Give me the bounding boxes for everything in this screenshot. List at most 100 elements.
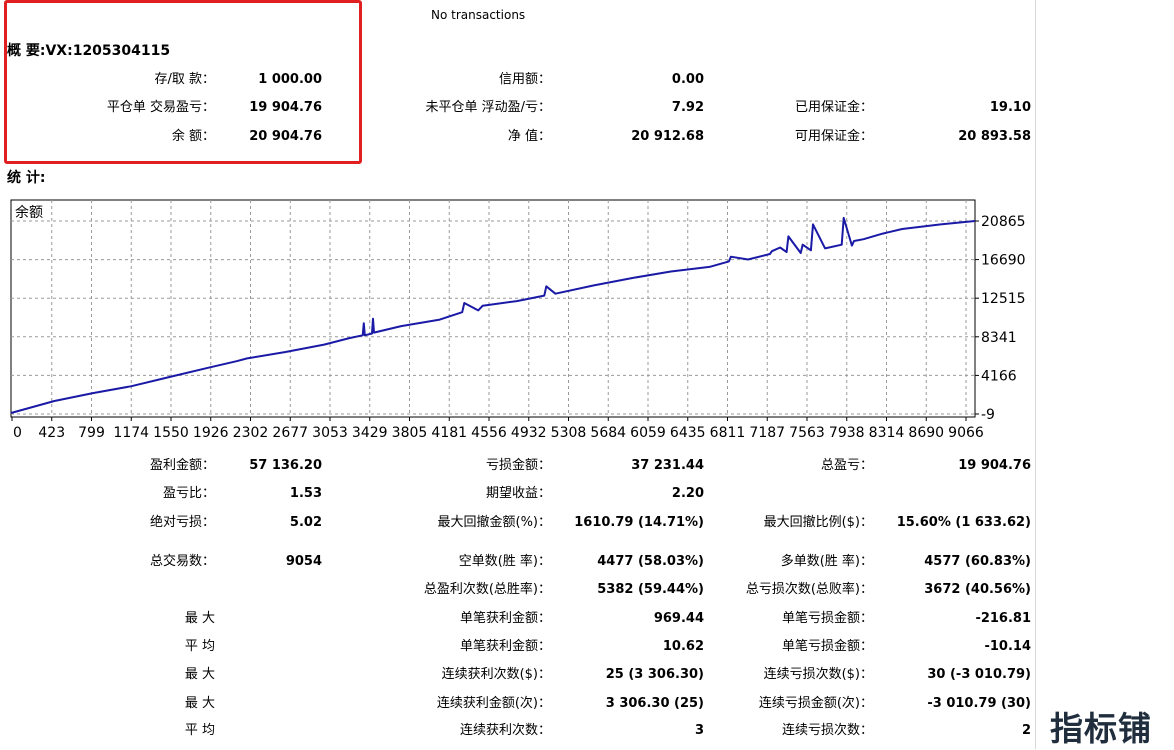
plot-area (10, 199, 976, 418)
stat-label: 期望收益： (485, 486, 551, 501)
stat-value: 57 136.20 (249, 458, 322, 473)
balance-chart-svg: 20865 16690 12515 8341 4166 -9 0 423 799 1174 1550… (10, 199, 1026, 441)
stat-value: 969.44 (653, 611, 704, 626)
stat-label: 余 额： (171, 129, 215, 144)
stat-label: 绝对亏损： (149, 515, 215, 530)
stat-value: 9054 (285, 554, 322, 569)
stat-value: 20 904.76 (249, 129, 322, 144)
stat-value: 10.62 (662, 639, 704, 654)
y-tick-label: 8341 (981, 330, 1017, 346)
stat-label: 盈利金额： (149, 458, 215, 473)
stat-label: 最 大 (184, 667, 215, 682)
stat-value: -216.81 (975, 611, 1031, 626)
stat-label: 单笔亏损金额： (781, 639, 873, 654)
stat-label: 未平仓单 浮动盈/亏： (425, 100, 551, 115)
stat-value: 7.92 (671, 100, 704, 115)
stat-label: 单笔亏损金额： (781, 611, 873, 626)
y-tick-label: 4166 (981, 368, 1017, 384)
x-tick-label: 1926 (193, 425, 229, 441)
stat-label: 平 均 (184, 723, 215, 738)
x-tick-label: 1174 (113, 425, 149, 441)
stat-label: 连续亏损金额(次)： (758, 696, 873, 711)
balance-chart: 20865 16690 12515 8341 4166 -9 0 423 799 1174 1550… (8, 196, 1032, 446)
stat-value: 1.53 (289, 486, 322, 501)
chart-title: 余额 (15, 204, 43, 221)
stat-label: 平仓单 交易盈亏： (106, 100, 215, 115)
x-tick-label: 4181 (431, 425, 467, 441)
x-tick-label: 5308 (551, 425, 587, 441)
stat-label: 最 大 (184, 696, 215, 711)
x-tick-label: 3805 (392, 425, 428, 441)
stat-label: 连续亏损次数： (781, 723, 873, 738)
stat-label: 连续亏损次数($)： (763, 667, 873, 682)
stat-value: 4577 (60.83%) (924, 554, 1031, 569)
stat-value: 19.10 (989, 100, 1031, 115)
stat-value: 15.60% (1 633.62) (896, 515, 1031, 530)
x-tick-label: 6811 (710, 425, 746, 441)
stat-value: 0.00 (671, 72, 704, 87)
stat-value: -3 010.79 (30) (927, 696, 1031, 711)
stat-value: 20 912.68 (631, 129, 704, 144)
stat-label: 亏损金额： (485, 458, 551, 473)
stat-value: 1610.79 (14.71%) (574, 515, 704, 530)
stat-value: 20 893.58 (958, 129, 1031, 144)
stat-value: -10.14 (984, 639, 1031, 654)
x-tick-label: 8314 (869, 425, 905, 441)
stat-label: 平 均 (184, 639, 215, 654)
right-divider (1035, 0, 1036, 749)
stat-value: 2.20 (671, 486, 704, 501)
stat-value: 2 (1021, 723, 1031, 738)
stat-value: 3672 (40.56%) (924, 582, 1031, 597)
x-tick-label: 7938 (829, 425, 865, 441)
x-tick-label: 3429 (352, 425, 388, 441)
stat-value: 19 904.76 (958, 458, 1031, 473)
stat-value: 25 (3 306.30) (605, 667, 704, 682)
stat-value: 37 231.44 (631, 458, 704, 473)
x-tick-label: 0 (13, 425, 22, 441)
y-tick-label: -9 (981, 407, 995, 423)
summary-title: 概 要:VX:1205304115 (7, 43, 171, 59)
x-tick-label: 7563 (789, 425, 825, 441)
stat-label: 空单数(胜 率)： (458, 554, 551, 569)
stat-value: 3 306.30 (25) (605, 696, 704, 711)
stat-label: 净 值： (507, 129, 551, 144)
x-tick-label: 2677 (272, 425, 308, 441)
x-tick-label: 4556 (471, 425, 507, 441)
stat-value: 5382 (59.44%) (597, 582, 704, 597)
stat-label: 最大回撤金额(%)： (437, 515, 552, 530)
x-tick-label: 3053 (312, 425, 348, 441)
stat-label: 连续获利次数： (459, 723, 551, 738)
x-tick-label: 6059 (630, 425, 666, 441)
x-tick-label: 6435 (670, 425, 706, 441)
stat-label: 总交易数： (149, 554, 215, 569)
x-tick-label: 1550 (153, 425, 189, 441)
stat-value: 19 904.76 (249, 100, 322, 115)
stat-label: 总亏损次数(总败率)： (745, 582, 873, 597)
stat-label: 盈亏比： (162, 486, 215, 501)
stat-label: 存/取 款： (154, 72, 215, 87)
x-tick-label: 7187 (749, 425, 785, 441)
watermark-logo: 指标铺 (1050, 709, 1152, 748)
stat-value: 5.02 (289, 515, 322, 530)
y-tick-label: 20865 (981, 214, 1026, 230)
stat-label: 最大回撤比例($)： (763, 515, 873, 530)
y-tick-label: 16690 (981, 253, 1026, 269)
x-tick-label: 5684 (590, 425, 626, 441)
x-tick-label: 423 (38, 425, 65, 441)
x-tick-label: 9066 (948, 425, 984, 441)
stat-label: 总盈利次数(总胜率)： (423, 582, 551, 597)
stat-label: 已用保证金： (794, 100, 873, 115)
stat-value: 3 (694, 723, 704, 738)
x-tick-label: 8690 (908, 425, 944, 441)
y-tick-label: 12515 (981, 291, 1026, 307)
x-tick-label: 2302 (233, 425, 269, 441)
stat-label: 总盈亏： (820, 458, 873, 473)
stats-title: 统 计: (7, 170, 46, 186)
stat-label: 连续获利金额(次)： (436, 696, 551, 711)
stat-value: 30 (-3 010.79) (927, 667, 1031, 682)
x-tick-label: 799 (78, 425, 105, 441)
stat-label: 可用保证金： (794, 129, 873, 144)
stat-label: 信用额： (498, 72, 551, 87)
stat-label: 多单数(胜 率)： (780, 554, 873, 569)
x-tick-label: 4932 (511, 425, 547, 441)
